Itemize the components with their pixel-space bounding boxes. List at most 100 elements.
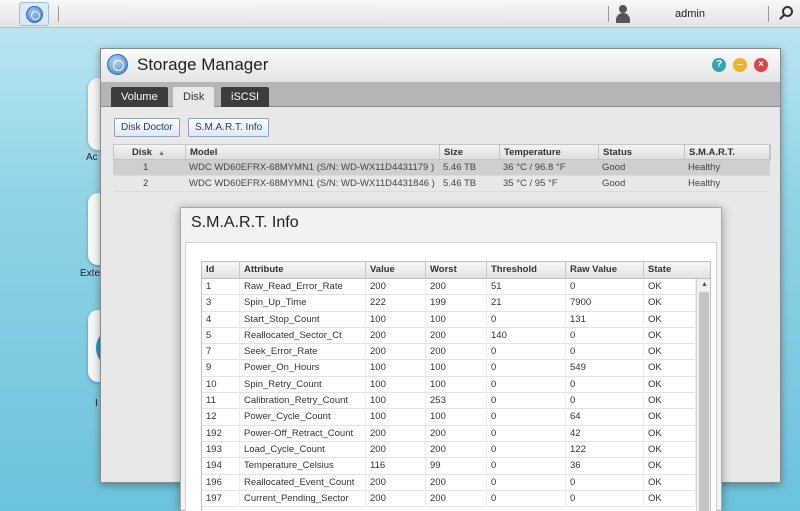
attr-worst: 200 xyxy=(426,279,487,295)
minimize-icon[interactable]: – xyxy=(733,58,747,72)
attr-threshold: 0 xyxy=(487,409,566,426)
help-icon[interactable]: ? xyxy=(712,58,726,72)
table-row[interactable]: 193 Load_Cycle_Count 200 200 0 122 OK xyxy=(202,441,696,459)
home-icon xyxy=(26,6,43,23)
attr-id: 5 xyxy=(202,327,240,344)
table-row[interactable]: 9 Power_On_Hours 100 100 0 549 OK xyxy=(202,360,696,377)
username-label[interactable]: admin xyxy=(675,8,705,20)
desktop-app-label: I xyxy=(95,398,98,409)
attr-name: Reallocated_Sector_Ct xyxy=(240,327,366,344)
attr-raw-value: 122 xyxy=(566,441,644,458)
column-header-size[interactable]: Size xyxy=(440,145,500,161)
attr-raw-value: 0 xyxy=(566,376,644,393)
column-header-id[interactable]: Id xyxy=(202,262,240,279)
attr-value: 222 xyxy=(366,295,426,312)
tab-iscsi[interactable]: iSCSI xyxy=(221,87,270,107)
attr-name: Power-Off_Retract_Count xyxy=(240,425,366,442)
scrollbar-thumb[interactable] xyxy=(699,292,709,511)
attr-threshold: 0 xyxy=(487,441,566,458)
attr-worst: 200 xyxy=(426,425,487,442)
column-header-status[interactable]: Status xyxy=(599,145,685,161)
divider xyxy=(608,6,609,22)
table-row[interactable]: 2 WDC WD60EFRX-68MYMN1 (S/N: WD-WX11D443… xyxy=(113,176,770,192)
user-icon[interactable] xyxy=(614,5,632,23)
attr-threshold: 0 xyxy=(487,490,566,507)
attr-state: OK xyxy=(644,490,696,507)
attr-raw-value: 131 xyxy=(566,311,644,328)
attr-name: Raw_Read_Error_Rate xyxy=(240,279,366,295)
disk-status: Good xyxy=(602,178,626,189)
column-header-smart[interactable]: S.M.A.R.T. xyxy=(685,145,771,161)
attr-state: OK xyxy=(644,344,696,361)
column-header-raw-value[interactable]: Raw Value xyxy=(566,262,644,279)
table-row[interactable]: 1 WDC WD60EFRX-68MYMN1 (S/N: WD-WX11D443… xyxy=(113,160,770,176)
table-row[interactable]: 7 Seek_Error_Rate 200 200 0 0 OK xyxy=(202,344,696,361)
attr-id: 3 xyxy=(202,295,240,312)
smart-info-button[interactable]: S.M.A.R.T. Info xyxy=(188,118,270,137)
tab-strip: Volume Disk iSCSI xyxy=(101,82,780,107)
table-row[interactable]: 1 Raw_Read_Error_Rate 200 200 51 0 OK xyxy=(202,279,696,296)
attr-threshold: 0 xyxy=(487,311,566,328)
attr-worst: 200 xyxy=(426,327,487,344)
table-row[interactable]: 4 Start_Stop_Count 100 100 0 131 OK xyxy=(202,311,696,328)
column-header-disk[interactable]: Disk ▲ xyxy=(114,145,186,161)
table-row[interactable]: 11 Calibration_Retry_Count 100 253 0 0 OK xyxy=(202,393,696,410)
attr-state: OK xyxy=(644,441,696,458)
close-icon[interactable]: × xyxy=(754,58,768,72)
dialog-body: Id Attribute Value Worst Threshold Raw V… xyxy=(185,242,717,511)
attr-value: 200 xyxy=(366,474,426,491)
search-icon[interactable] xyxy=(778,6,794,22)
attr-value: 200 xyxy=(366,344,426,361)
column-header-value[interactable]: Value xyxy=(366,262,426,279)
attr-state: OK xyxy=(644,425,696,442)
attr-state: OK xyxy=(644,376,696,393)
attr-state: OK xyxy=(644,409,696,426)
column-header-attribute[interactable]: Attribute xyxy=(240,262,366,279)
divider xyxy=(58,6,59,22)
attr-state: OK xyxy=(644,393,696,410)
table-header: Id Attribute Value Worst Threshold Raw V… xyxy=(202,262,710,279)
column-header-worst[interactable]: Worst xyxy=(426,262,487,279)
desktop-app-label: Ac xyxy=(86,152,98,163)
attr-worst: 200 xyxy=(426,344,487,361)
table-row[interactable]: 3 Spin_Up_Time 222 199 21 7900 OK xyxy=(202,295,696,312)
attr-raw-value: 0 xyxy=(566,393,644,410)
tab-disk[interactable]: Disk xyxy=(173,87,215,107)
attr-worst: 253 xyxy=(426,393,487,410)
attr-raw-value: 7900 xyxy=(566,295,644,312)
disk-doctor-button[interactable]: Disk Doctor xyxy=(114,118,180,137)
table-row[interactable]: 197 Current_Pending_Sector 200 200 0 0 OK xyxy=(202,490,696,508)
column-header-model[interactable]: Model xyxy=(186,145,440,161)
sort-ascending-icon: ▲ xyxy=(158,150,166,157)
table-row[interactable]: 192 Power-Off_Retract_Count 200 200 0 42 OK xyxy=(202,425,696,442)
scroll-up-icon[interactable]: ▲ xyxy=(697,279,710,291)
table-row[interactable]: 194 Temperature_Celsius 116 99 0 36 OK xyxy=(202,458,696,475)
table-header: Disk ▲ Model Size Temperature Status S.M.… xyxy=(113,144,771,161)
table-row[interactable]: 10 Spin_Retry_Count 100 100 0 0 OK xyxy=(202,376,696,394)
attr-id: 12 xyxy=(202,409,240,426)
column-header-threshold[interactable]: Threshold xyxy=(487,262,566,279)
table-row[interactable]: 196 Reallocated_Event_Count 200 200 0 0 OK xyxy=(202,474,696,491)
attr-state: OK xyxy=(644,279,696,295)
attr-raw-value: 549 xyxy=(566,360,644,377)
window-title-bar[interactable]: Storage Manager ? – × xyxy=(101,49,780,82)
attr-raw-value: 0 xyxy=(566,474,644,491)
attr-value: 200 xyxy=(366,425,426,442)
attr-value: 200 xyxy=(366,279,426,295)
attr-threshold: 51 xyxy=(487,279,566,295)
attr-id: 197 xyxy=(202,490,240,507)
table-row[interactable]: 5 Reallocated_Sector_Ct 200 200 140 0 OK xyxy=(202,327,696,345)
attr-threshold: 0 xyxy=(487,474,566,491)
home-button[interactable] xyxy=(19,2,49,26)
tab-volume[interactable]: Volume xyxy=(111,87,168,107)
column-header-temperature[interactable]: Temperature xyxy=(500,145,599,161)
column-header-state[interactable]: State xyxy=(644,262,710,279)
disk-number: 2 xyxy=(143,178,149,189)
disk-temperature: 35 °C / 95 °F xyxy=(503,178,558,189)
attr-worst: 100 xyxy=(426,311,487,328)
vertical-scrollbar[interactable]: ▲ xyxy=(696,279,710,511)
table-row[interactable]: 12 Power_Cycle_Count 100 100 0 64 OK xyxy=(202,409,696,426)
attr-state: OK xyxy=(644,360,696,377)
attr-value: 100 xyxy=(366,360,426,377)
attr-id: 194 xyxy=(202,458,240,475)
